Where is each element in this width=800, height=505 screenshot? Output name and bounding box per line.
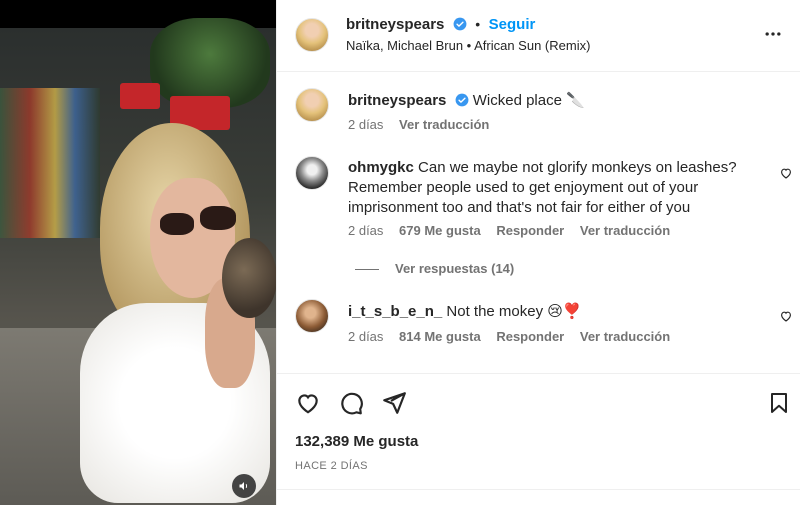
post-details-panel: britneyspears • Seguir Naïka, Michael Br… (276, 0, 800, 505)
monkey (222, 238, 276, 318)
comment-translate-link[interactable]: Ver traducción (580, 223, 670, 238)
tree-decoration (150, 18, 270, 108)
owner-username[interactable]: britneyspears (346, 16, 444, 33)
store-shelf (0, 88, 100, 238)
heart-icon[interactable] (295, 390, 321, 416)
comment-text-block: i_t_s_b_e_n_ Not the mokey 😢❣️ (348, 302, 778, 322)
verified-icon (455, 93, 468, 107)
separator-dot: • (475, 16, 481, 32)
video-frame (0, 18, 276, 505)
comment-reply-button[interactable]: Responder (496, 223, 564, 238)
post-header: britneyspears • Seguir Naïka, Michael Br… (277, 0, 800, 72)
caption-translate-link[interactable]: Ver traducción (399, 117, 489, 132)
comment-likes[interactable]: 814 Me gusta (399, 329, 481, 344)
comment-icon[interactable] (338, 390, 364, 416)
comment-translate-link[interactable]: Ver traducción (580, 329, 670, 344)
caption-text: Wicked place 🔪 (472, 92, 585, 109)
post-media-video[interactable] (0, 0, 276, 505)
audio-toggle-button[interactable] (232, 474, 256, 498)
post-date[interactable]: HACE 2 DÍAS (295, 460, 368, 472)
bookmark-icon[interactable] (767, 390, 791, 416)
owner-avatar[interactable] (295, 18, 329, 52)
audio-track[interactable]: Naïka, Michael Brun • African Sun (Remix… (346, 38, 590, 53)
comment-text: Not the mokey 😢❣️ (446, 303, 582, 320)
commenter-avatar[interactable] (295, 299, 329, 333)
comment-age[interactable]: 2 días (348, 329, 383, 344)
comment-meta: 2 días 814 Me gusta Responder Ver traduc… (348, 329, 682, 344)
comments-list[interactable]: britneyspears Wicked place 🔪 2 días Ver … (277, 72, 800, 374)
caption-meta: 2 días Ver traducción (348, 117, 501, 132)
comment-like-heart-icon[interactable] (779, 309, 793, 323)
caption-text-line: britneyspears Wicked place 🔪 (348, 91, 778, 111)
post-actions-bar: 132,389 Me gusta HACE 2 DÍAS (277, 374, 800, 504)
more-options-icon[interactable] (763, 24, 783, 44)
caption-age[interactable]: 2 días (348, 117, 383, 132)
store-sign (120, 83, 160, 109)
caption-username[interactable]: britneyspears (348, 92, 446, 109)
comment-username[interactable]: i_t_s_b_e_n_ (348, 303, 442, 320)
view-replies-button[interactable]: Ver respuestas (14) (355, 261, 514, 276)
comment-age[interactable]: 2 días (348, 223, 383, 238)
comment-reply-button[interactable]: Responder (496, 329, 564, 344)
owner-line: britneyspears • Seguir (346, 16, 535, 34)
view-replies-label: Ver respuestas (14) (395, 261, 515, 276)
sunglasses-left (160, 213, 194, 235)
comment-meta: 2 días 679 Me gusta Responder Ver traduc… (348, 223, 682, 238)
share-icon[interactable] (381, 390, 407, 416)
replies-line (355, 269, 379, 271)
footer-divider (277, 489, 800, 490)
sunglasses-right (200, 206, 236, 230)
comment-text-block: ohmygkc Can we maybe not glorify monkeys… (348, 158, 778, 218)
follow-button[interactable]: Seguir (489, 16, 536, 33)
audio-icon (239, 482, 248, 490)
comment-like-heart-icon[interactable] (779, 166, 793, 180)
post-likes-count[interactable]: 132,389 Me gusta (295, 433, 418, 450)
caption-avatar[interactable] (295, 88, 329, 122)
verified-icon (453, 17, 467, 31)
commenter-avatar[interactable] (295, 156, 329, 190)
comment-username[interactable]: ohmygkc (348, 159, 414, 176)
comment-likes[interactable]: 679 Me gusta (399, 223, 481, 238)
